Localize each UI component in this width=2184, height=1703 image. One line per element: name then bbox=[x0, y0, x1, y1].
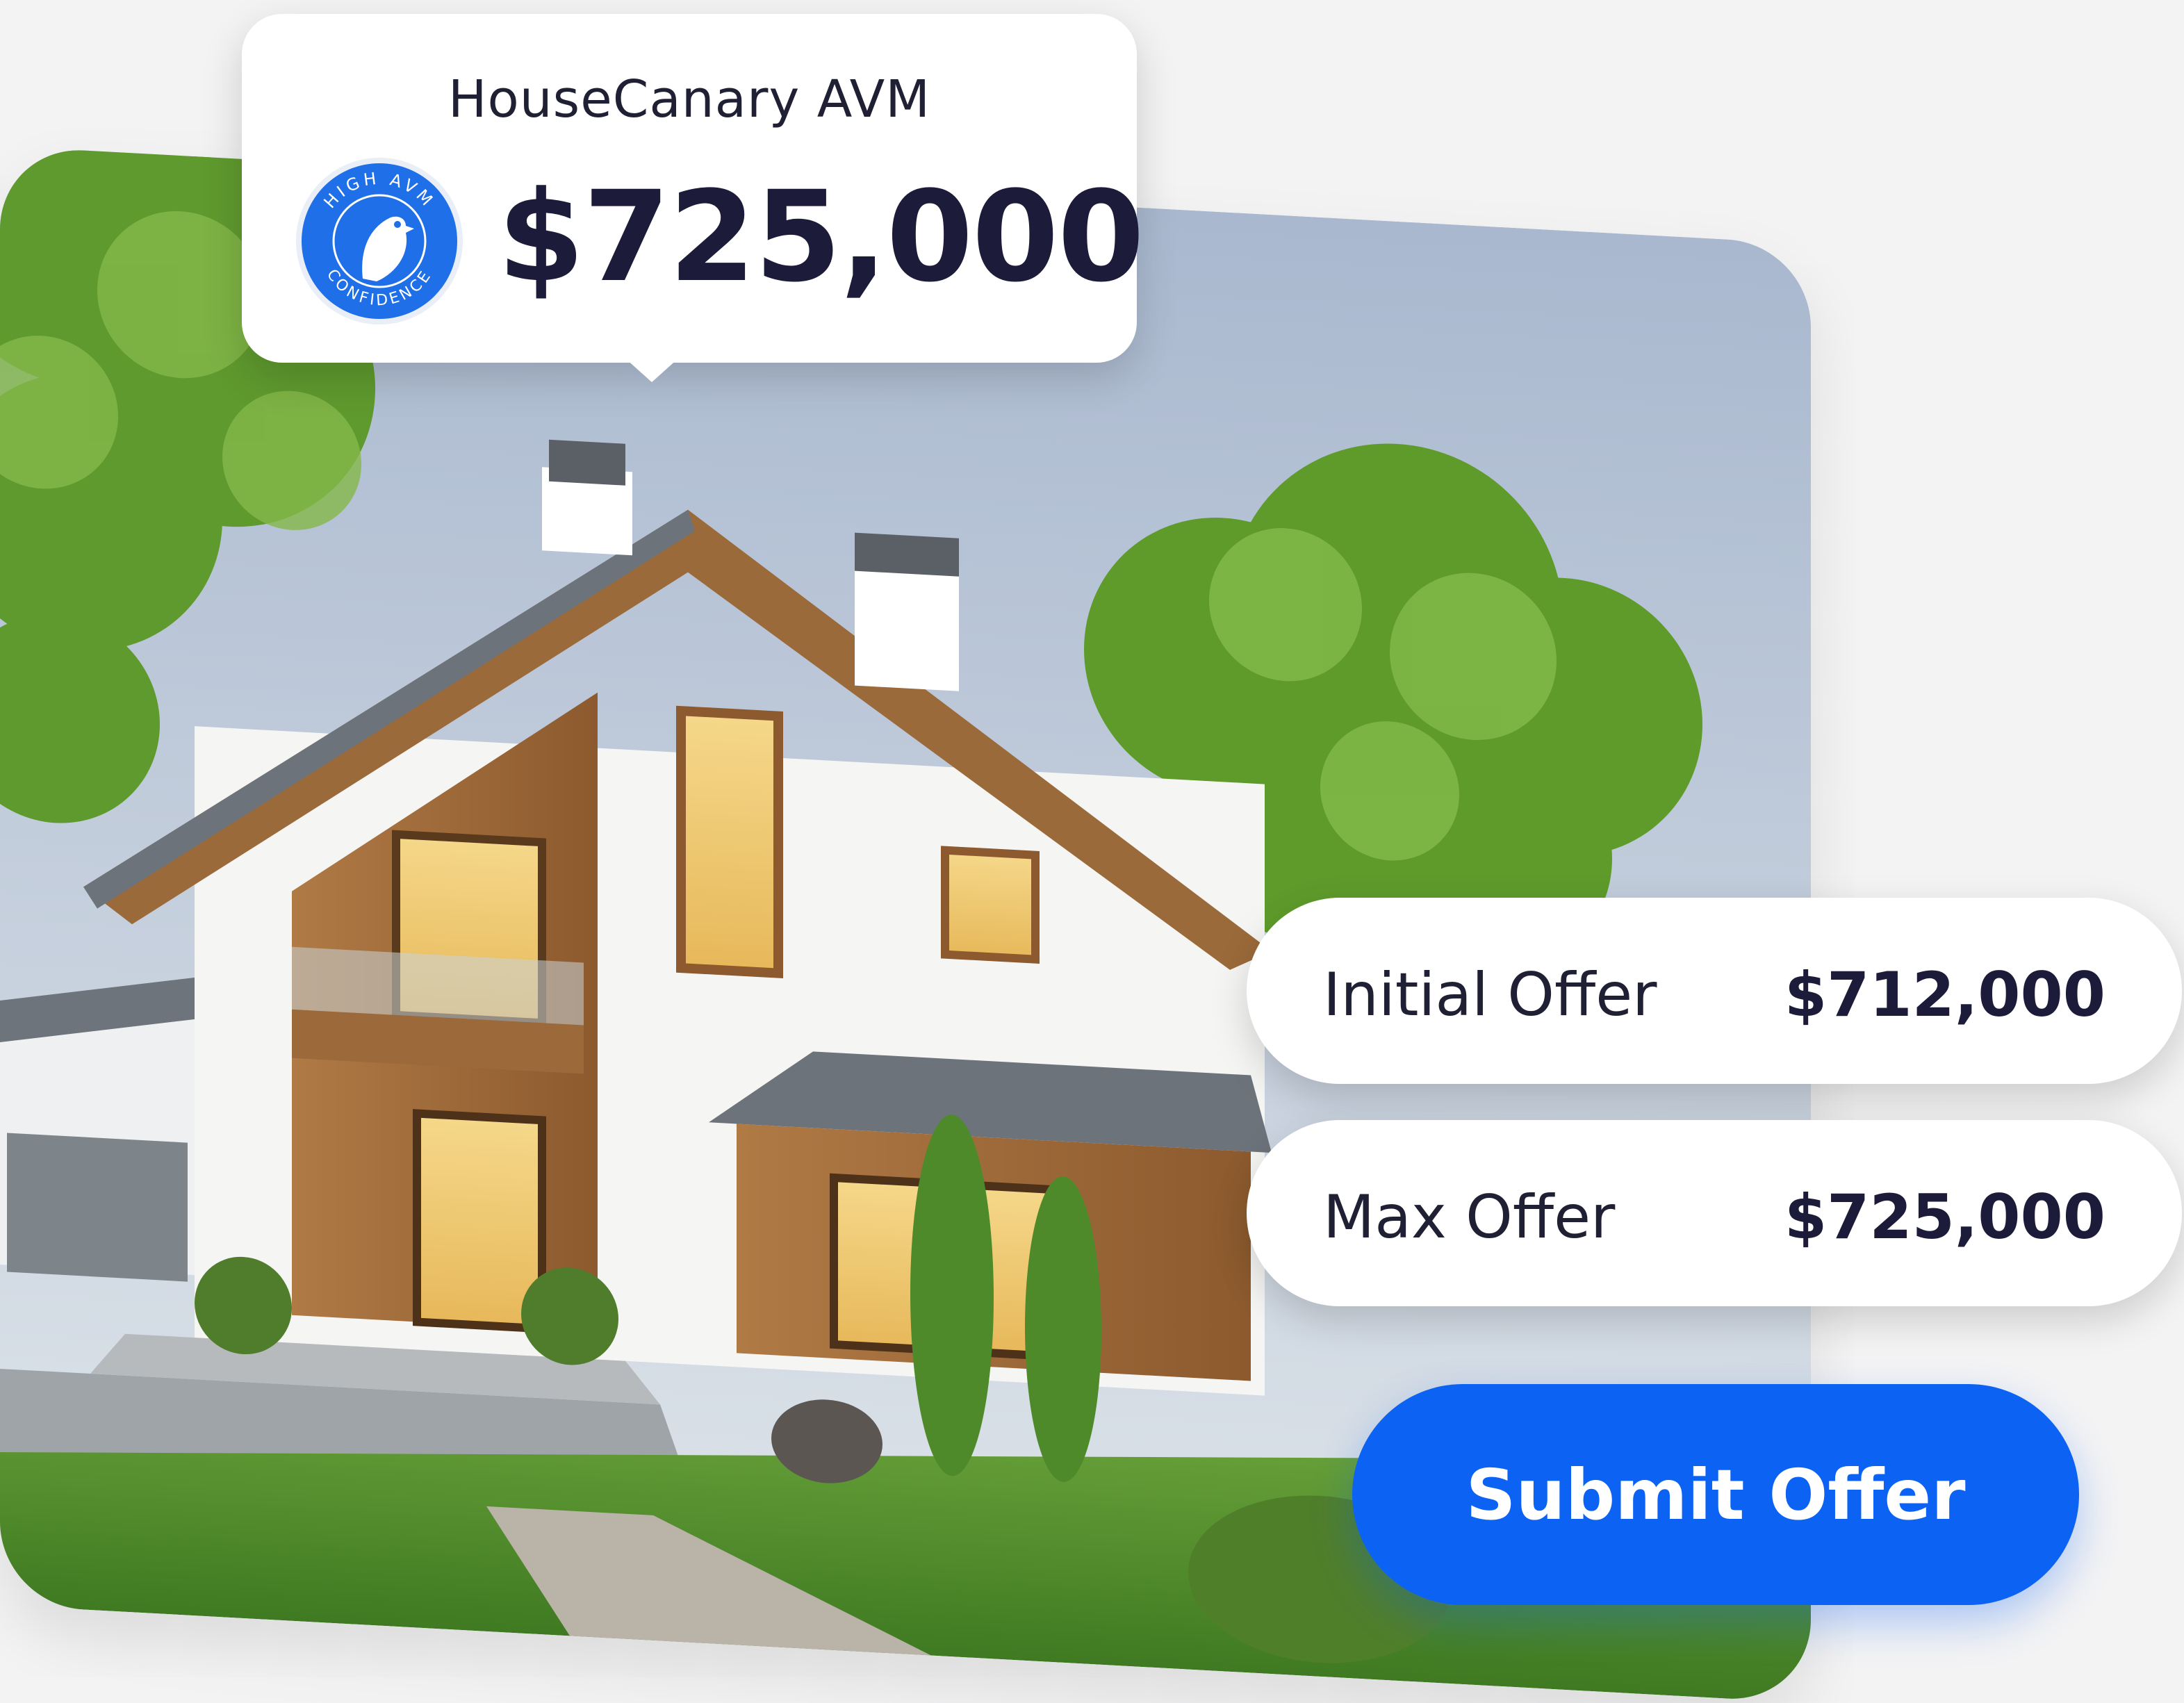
initial-offer-card: Initial Offer $712,000 bbox=[1247, 898, 2182, 1084]
avm-value: $725,000 bbox=[498, 165, 1144, 310]
bubble-pointer bbox=[611, 346, 692, 382]
max-offer-card: Max Offer $725,000 bbox=[1247, 1120, 2182, 1306]
submit-offer-button[interactable]: Submit Offer bbox=[1352, 1384, 2079, 1605]
initial-offer-label: Initial Offer bbox=[1323, 960, 1657, 1030]
max-offer-value: $725,000 bbox=[1784, 1181, 2105, 1253]
high-avm-confidence-badge: HIGH AVM CONFIDENCE bbox=[295, 156, 464, 326]
avm-card: HouseCanary AVM HIGH AVM CONFIDENCE $725… bbox=[242, 14, 1144, 363]
initial-offer-value: $712,000 bbox=[1784, 959, 2105, 1030]
canary-bird-icon: HIGH AVM CONFIDENCE bbox=[296, 158, 463, 324]
max-offer-label: Max Offer bbox=[1323, 1183, 1616, 1252]
avm-title: HouseCanary AVM bbox=[448, 69, 931, 129]
